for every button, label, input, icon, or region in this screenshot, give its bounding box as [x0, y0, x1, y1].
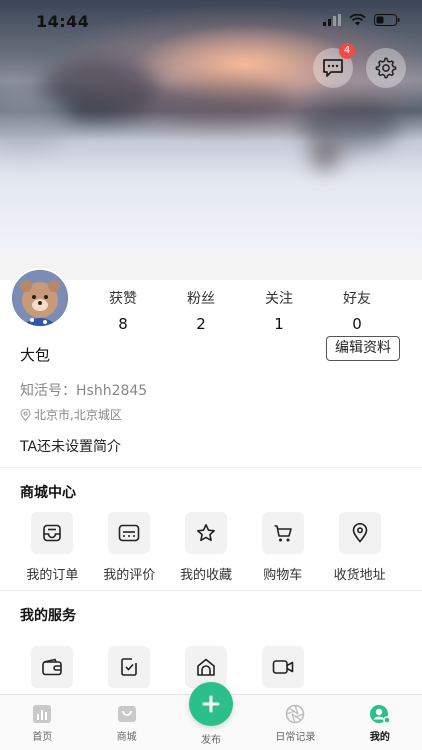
- service-checklist-button[interactable]: [91, 646, 168, 688]
- stat-label: 关注: [265, 291, 293, 307]
- stat-friends[interactable]: 好友 0: [318, 288, 396, 333]
- my-favorites-button[interactable]: 我的收藏: [168, 512, 245, 583]
- plus-icon: [202, 695, 220, 713]
- grid-label: 购物车: [263, 568, 303, 583]
- grid-icon-box: [31, 512, 74, 554]
- grid-label: 我的评价: [103, 568, 156, 583]
- inbox-icon: [43, 524, 62, 542]
- services-section-title: 我的服务: [20, 608, 76, 624]
- service-wallet-button[interactable]: [14, 646, 91, 688]
- tab-home[interactable]: 首页: [0, 695, 84, 750]
- status-icons: [323, 14, 400, 26]
- profile-card-strip: [0, 252, 422, 280]
- stat-value: 2: [196, 315, 206, 333]
- checklist-icon: [121, 658, 137, 676]
- comment-card-icon: [118, 524, 140, 542]
- tab-mine[interactable]: 我的: [338, 695, 422, 750]
- tab-daily-records[interactable]: 日常记录: [253, 695, 337, 750]
- grid-icon-box: [31, 646, 74, 688]
- divider: [0, 467, 422, 468]
- nickname: 大包: [20, 346, 51, 364]
- chart-icon: [33, 705, 52, 723]
- status-bar: 14:44: [0, 0, 422, 44]
- stat-value: 0: [352, 315, 362, 333]
- profile-stats: 获赞 8 粉丝 2 关注 1 好友 0: [84, 288, 414, 333]
- location: 北京市,北京城区: [20, 406, 122, 423]
- grid-icon-box: [261, 646, 304, 688]
- tab-label: 首页: [32, 732, 53, 743]
- stat-label: 粉丝: [187, 291, 215, 307]
- publish-button[interactable]: [189, 682, 233, 726]
- tab-label: 日常记录: [275, 732, 316, 743]
- wallet-icon: [42, 658, 63, 676]
- user-id: 知活号：Hshh2845: [20, 383, 148, 399]
- messages-button[interactable]: 4: [313, 43, 355, 88]
- shipping-address-button[interactable]: 收货地址: [321, 512, 398, 583]
- location-pin-icon: [20, 408, 31, 421]
- location-pin-icon: [352, 523, 367, 543]
- stat-value: 1: [274, 315, 284, 333]
- shopping-cart-button[interactable]: 购物车: [244, 512, 321, 583]
- video-icon: [272, 660, 294, 674]
- message-icon: [323, 59, 343, 77]
- tab-label: 商城: [116, 732, 137, 743]
- grid-icon-box: [108, 512, 151, 554]
- stat-following[interactable]: 关注 1: [240, 288, 318, 333]
- grid-icon-box: [108, 646, 151, 688]
- signal-icon: [323, 14, 341, 26]
- stat-likes[interactable]: 获赞 8: [84, 288, 162, 333]
- location-text: 北京市,北京城区: [34, 408, 122, 422]
- mall-grid: 我的订单 我的评价 我的收藏 购物车 收货地址: [0, 512, 422, 583]
- service-video-button[interactable]: [244, 646, 321, 688]
- grid-icon-box: [338, 512, 381, 554]
- tab-mall[interactable]: 商城: [84, 695, 168, 750]
- message-count-badge: 4: [339, 43, 355, 59]
- stat-fans[interactable]: 粉丝 2: [162, 288, 240, 333]
- grid-label: 我的收藏: [179, 568, 232, 583]
- stat-label: 获赞: [109, 291, 137, 307]
- profile-card: 获赞 8 粉丝 2 关注 1 好友 0 编辑资料 大包 知活号：Hshh2845…: [0, 252, 422, 468]
- gear-icon: [375, 57, 397, 79]
- star-icon: [196, 524, 215, 542]
- settings-button[interactable]: [366, 48, 406, 88]
- tab-label: 我的: [369, 732, 390, 743]
- mall-section-title: 商城中心: [20, 485, 76, 501]
- publish-label: 发布: [201, 735, 221, 746]
- home-icon: [197, 658, 215, 676]
- battery-icon: [374, 14, 400, 26]
- grid-label: 收货地址: [333, 568, 386, 583]
- bag-icon: [117, 706, 136, 722]
- aperture-icon: [286, 704, 305, 724]
- avatar[interactable]: [10, 268, 70, 328]
- status-time: 14:44: [36, 12, 90, 31]
- divider: [0, 590, 422, 591]
- grid-icon-box: [261, 512, 304, 554]
- cart-icon: [274, 525, 292, 542]
- stat-value: 8: [118, 315, 128, 333]
- profile-icon: [369, 705, 391, 724]
- grid-icon-box: [184, 512, 227, 554]
- edit-profile-button[interactable]: 编辑资料: [326, 336, 400, 361]
- my-reviews-button[interactable]: 我的评价: [91, 512, 168, 583]
- stat-label: 好友: [343, 291, 371, 307]
- bio: TA还未设置简介: [20, 439, 122, 455]
- my-orders-button[interactable]: 我的订单: [14, 512, 91, 583]
- wifi-icon: [349, 14, 366, 26]
- grid-label: 我的订单: [26, 568, 79, 583]
